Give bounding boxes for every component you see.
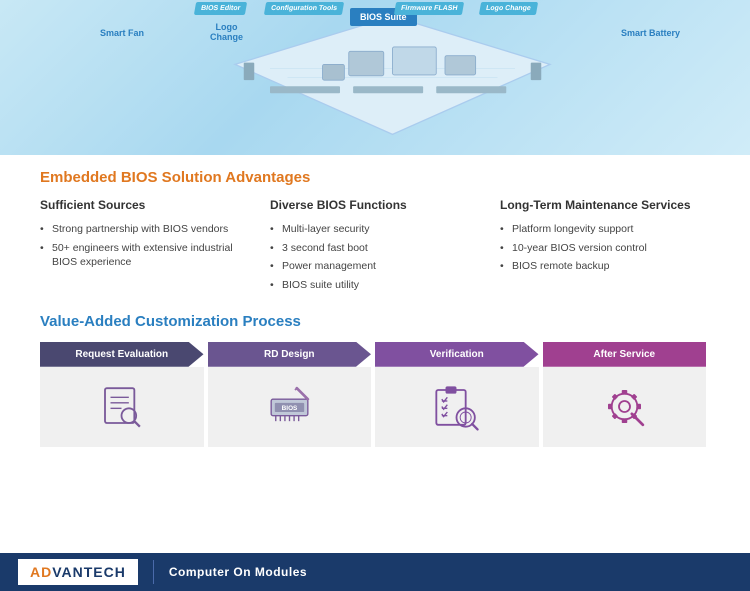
step-1-label: Request Evaluation [40, 342, 204, 367]
step-2-icon-area: BIOS [208, 367, 372, 447]
col2-heading: Diverse BIOS Functions [270, 198, 480, 212]
col1-list: Strong partnership with BIOS vendors 50+… [40, 220, 250, 272]
logo-change-top-label: Logo Change [479, 2, 538, 15]
diagram-area: BIOS Editor Configuration Tools BIOS Sui… [0, 0, 750, 155]
col2-item-3: Power management [270, 257, 480, 276]
step-1-icon-area [40, 367, 204, 447]
embedded-section-title: Embedded BIOS Solution Advantages [40, 169, 710, 186]
step-4: After Service [543, 342, 707, 447]
col3-item-1: Platform longevity support [500, 220, 710, 239]
col2-list: Multi-layer security 3 second fast boot … [270, 220, 480, 295]
smart-fan-label: Smart Fan [100, 28, 144, 38]
footer-divider [153, 560, 154, 584]
advantage-col-3: Long-Term Maintenance Services Platform … [500, 198, 710, 295]
after-service-icon [597, 379, 652, 434]
firmware-flash-label: Firmware FLASH [394, 2, 465, 15]
request-evaluation-icon [94, 379, 149, 434]
col3-list: Platform longevity support 10-year BIOS … [500, 220, 710, 276]
step-2-label: RD Design [208, 342, 372, 367]
step-1: Request Evaluation [40, 342, 204, 447]
process-steps: Request Evaluation RD Design [40, 342, 710, 447]
footer: ADVANTECH Computer On Modules [0, 553, 750, 591]
col2-item-4: BIOS suite utility [270, 276, 480, 295]
footer-brand-ad: AD [30, 564, 52, 580]
col3-item-3: BIOS remote backup [500, 257, 710, 276]
config-tools-label: Configuration Tools [264, 2, 344, 15]
main-content: Embedded BIOS Solution Advantages Suffic… [0, 155, 750, 457]
col2-item-2: 3 second fast boot [270, 239, 480, 258]
smart-battery-label: Smart Battery [621, 28, 680, 38]
step-2: RD Design BIOS [208, 342, 372, 447]
footer-subtitle: Computer On Modules [169, 565, 307, 579]
logo-change-label: LogoChange [210, 22, 243, 42]
value-section-title: Value-Added Customization Process [40, 313, 710, 330]
col1-item-2: 50+ engineers with extensive industrial … [40, 239, 250, 272]
col1-heading: Sufficient Sources [40, 198, 250, 212]
step-4-label: After Service [543, 342, 707, 367]
step-3: Verification [375, 342, 539, 447]
footer-logo: ADVANTECH [18, 559, 138, 585]
rd-design-icon: BIOS [262, 379, 317, 434]
col3-item-2: 10-year BIOS version control [500, 239, 710, 258]
col3-heading: Long-Term Maintenance Services [500, 198, 710, 212]
footer-brand: ADVANTECH [30, 564, 126, 580]
col2-item-1: Multi-layer security [270, 220, 480, 239]
advantage-col-2: Diverse BIOS Functions Multi-layer secur… [270, 198, 480, 295]
step-3-label: Verification [375, 342, 539, 367]
bios-editor-label: BIOS Editor [194, 2, 248, 15]
footer-brand-rest: VANTECH [52, 564, 126, 580]
svg-text:BIOS: BIOS [281, 405, 297, 412]
step-3-icon-area [375, 367, 539, 447]
advantages-grid: Sufficient Sources Strong partnership wi… [40, 198, 710, 295]
board-illustration [218, 10, 568, 145]
col1-item-1: Strong partnership with BIOS vendors [40, 220, 250, 239]
step-4-icon-area [543, 367, 707, 447]
verification-icon [429, 379, 484, 434]
advantage-col-1: Sufficient Sources Strong partnership wi… [40, 198, 250, 295]
